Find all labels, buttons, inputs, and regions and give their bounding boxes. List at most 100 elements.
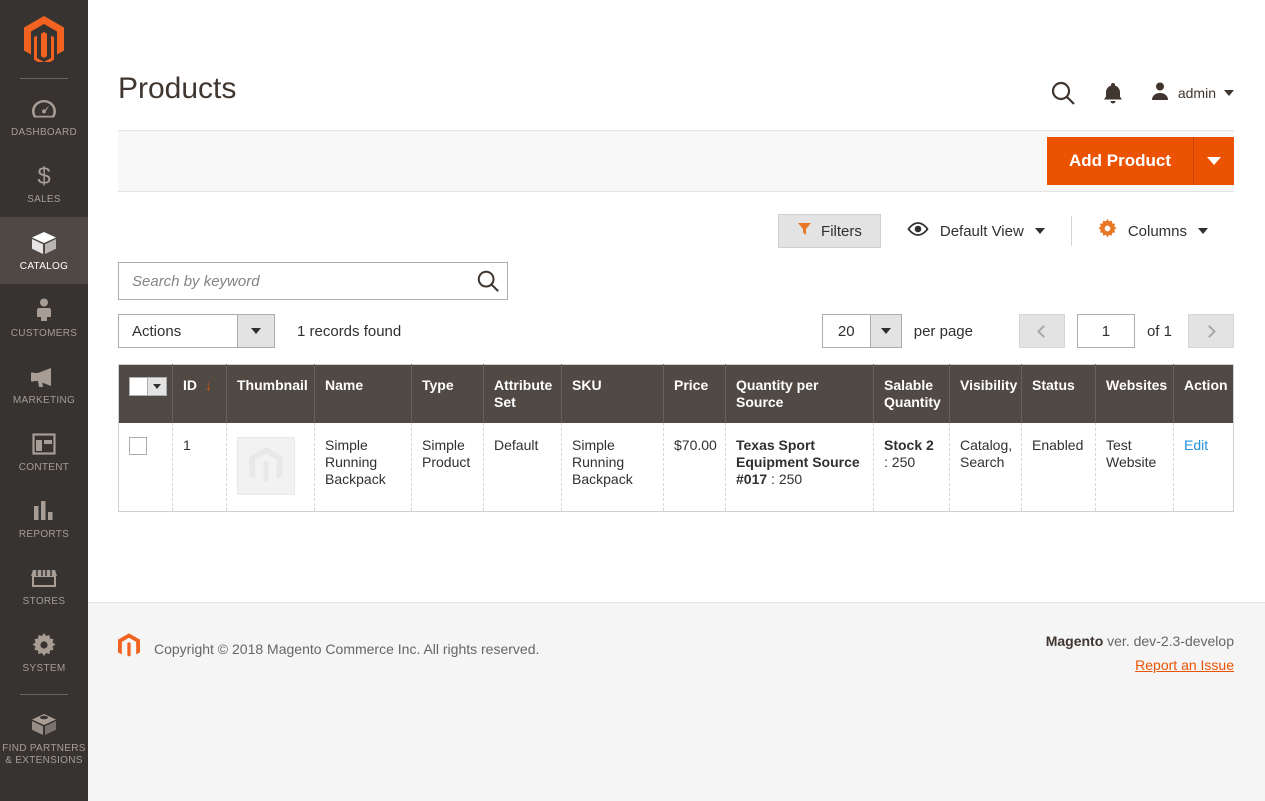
column-header-visibility[interactable]: Visibility	[949, 364, 1022, 423]
cell-salable-quantity: Stock 2 : 250	[873, 423, 950, 511]
column-header-quantity-per-source[interactable]: Quantity per Source	[725, 364, 874, 423]
edit-link[interactable]: Edit	[1184, 437, 1208, 453]
source-separator: :	[767, 471, 779, 487]
grid-body: 1 Simple Running Backpack Simple Product	[118, 423, 1234, 511]
page-total-label: of 1	[1146, 322, 1172, 340]
cell-visibility: Catalog, Search	[949, 423, 1022, 511]
row-checkbox[interactable]	[129, 437, 147, 455]
select-all-header	[118, 364, 173, 423]
sidebar: Dashboard $ Sales Catalog	[0, 0, 88, 801]
sidebar-item-label: Reports	[18, 529, 70, 540]
select-all-dropdown-toggle[interactable]	[148, 377, 167, 396]
actions-dropdown[interactable]: Actions	[118, 314, 275, 348]
cell-id: 1	[172, 423, 227, 511]
column-header-type[interactable]: Type	[411, 364, 484, 423]
sidebar-item-find-partners[interactable]: Find Partners & Extensions	[0, 699, 88, 778]
actions-dropdown-toggle[interactable]	[237, 314, 275, 348]
sidebar-item-label: Dashboard	[10, 127, 78, 138]
columns-label: Columns	[1127, 222, 1187, 240]
column-header-status[interactable]: Status	[1021, 364, 1096, 423]
version-text: ver. dev-2.3-develop	[1103, 633, 1234, 649]
table-row[interactable]: 1 Simple Running Backpack Simple Product	[118, 423, 1234, 511]
stock-name: Stock 2	[884, 437, 934, 453]
sidebar-item-stores[interactable]: Stores	[0, 552, 88, 619]
actions-label: Actions	[118, 314, 237, 348]
version-line: Magento ver. dev-2.3-develop	[1046, 633, 1234, 649]
filters-label: Filters	[821, 222, 862, 240]
column-header-thumbnail[interactable]: Thumbnail	[226, 364, 315, 423]
search-icon[interactable]	[1050, 80, 1076, 106]
columns-dropdown[interactable]: Columns	[1072, 216, 1234, 246]
chevron-down-icon	[1198, 228, 1208, 234]
grid-controls-left: Actions 1 records found	[118, 314, 401, 348]
search-input[interactable]	[118, 262, 508, 300]
column-header-price[interactable]: Price	[663, 364, 726, 423]
column-header-id[interactable]: ID ↓	[172, 364, 227, 423]
select-all-control[interactable]	[129, 377, 167, 396]
bell-icon[interactable]	[1102, 81, 1124, 105]
page-actions-bar: Add Product	[118, 130, 1234, 192]
chevron-right-icon	[1203, 324, 1216, 338]
arrow-down-icon: ↓	[205, 378, 212, 393]
default-view-dropdown[interactable]: Default View	[881, 216, 1071, 246]
add-product-split-button: Add Product	[1047, 137, 1234, 185]
column-header-websites[interactable]: Websites	[1095, 364, 1174, 423]
person-icon	[35, 297, 53, 323]
sidebar-divider-top	[20, 78, 68, 79]
search-submit-button[interactable]	[476, 269, 500, 296]
bar-chart-icon	[32, 498, 56, 524]
page-footer: Copyright © 2018 Magento Commerce Inc. A…	[88, 602, 1265, 801]
sidebar-item-sales[interactable]: $ Sales	[0, 150, 88, 217]
search-box	[118, 262, 508, 300]
per-page-dropdown-toggle[interactable]	[869, 314, 902, 348]
chevron-down-icon	[1034, 228, 1045, 234]
column-header-attribute-set[interactable]: Attribute Set	[483, 364, 562, 423]
sidebar-item-dashboard[interactable]: Dashboard	[0, 83, 88, 150]
sidebar-item-reports[interactable]: Reports	[0, 485, 88, 552]
add-product-button[interactable]: Add Product	[1047, 137, 1194, 185]
magento-logo	[24, 16, 64, 62]
column-header-salable-quantity[interactable]: Salable Quantity	[873, 364, 950, 423]
sidebar-item-customers[interactable]: Customers	[0, 284, 88, 351]
products-grid-wrapper: ID ↓ Thumbnail Name Type Attribute Set SK…	[118, 364, 1234, 512]
default-view-label: Default View	[939, 222, 1024, 240]
gear-icon	[32, 632, 56, 658]
filters-button[interactable]: Filters	[778, 214, 881, 248]
cell-type: Simple Product	[411, 423, 484, 511]
select-all-checkbox[interactable]	[129, 377, 148, 396]
stock-quantity: 250	[891, 454, 916, 470]
sidebar-logo[interactable]	[0, 8, 88, 70]
page-number-input[interactable]	[1076, 314, 1135, 348]
column-header-name[interactable]: Name	[314, 364, 412, 423]
next-page-button[interactable]	[1188, 314, 1234, 348]
dollar-icon: $	[35, 163, 53, 189]
megaphone-icon	[30, 364, 58, 390]
column-label: ID	[183, 377, 197, 393]
report-issue-link[interactable]: Report an Issue	[1046, 657, 1234, 673]
account-menu[interactable]: admin	[1150, 81, 1234, 106]
sidebar-item-content[interactable]: Content	[0, 418, 88, 485]
column-header-sku[interactable]: SKU	[561, 364, 664, 423]
previous-page-button[interactable]	[1018, 314, 1065, 348]
per-page-value: 20	[821, 314, 870, 348]
column-header-action[interactable]: Action	[1173, 364, 1234, 423]
account-name: admin	[1177, 85, 1216, 101]
sidebar-item-marketing[interactable]: Marketing	[0, 351, 88, 418]
records-found-text: 1 records found	[297, 322, 402, 340]
per-page-dropdown[interactable]: 20	[821, 314, 902, 348]
sidebar-item-label: Find Partners & Extensions	[2, 743, 86, 766]
caret-down-icon	[153, 384, 161, 389]
caret-down-icon	[880, 328, 891, 334]
cell-quantity-per-source: Texas Sport Equipment Source #017 : 250	[725, 423, 874, 511]
footer-right: Magento ver. dev-2.3-develop Report an I…	[1046, 633, 1234, 673]
sidebar-item-label: Content	[18, 462, 70, 473]
grid-toolbar: Filters Default View Columns	[118, 214, 1234, 248]
sidebar-item-system[interactable]: System	[0, 619, 88, 686]
sidebar-item-catalog[interactable]: Catalog	[0, 217, 88, 284]
grid-header: ID ↓ Thumbnail Name Type Attribute Set SK…	[118, 364, 1234, 423]
add-product-dropdown-toggle[interactable]	[1194, 137, 1234, 185]
sidebar-item-label: System	[22, 663, 66, 674]
brand-name: Magento	[1045, 633, 1104, 649]
chevron-down-icon	[1224, 90, 1234, 96]
grid-controls-row: Actions 1 records found 20 per page 1 of…	[118, 314, 1234, 348]
